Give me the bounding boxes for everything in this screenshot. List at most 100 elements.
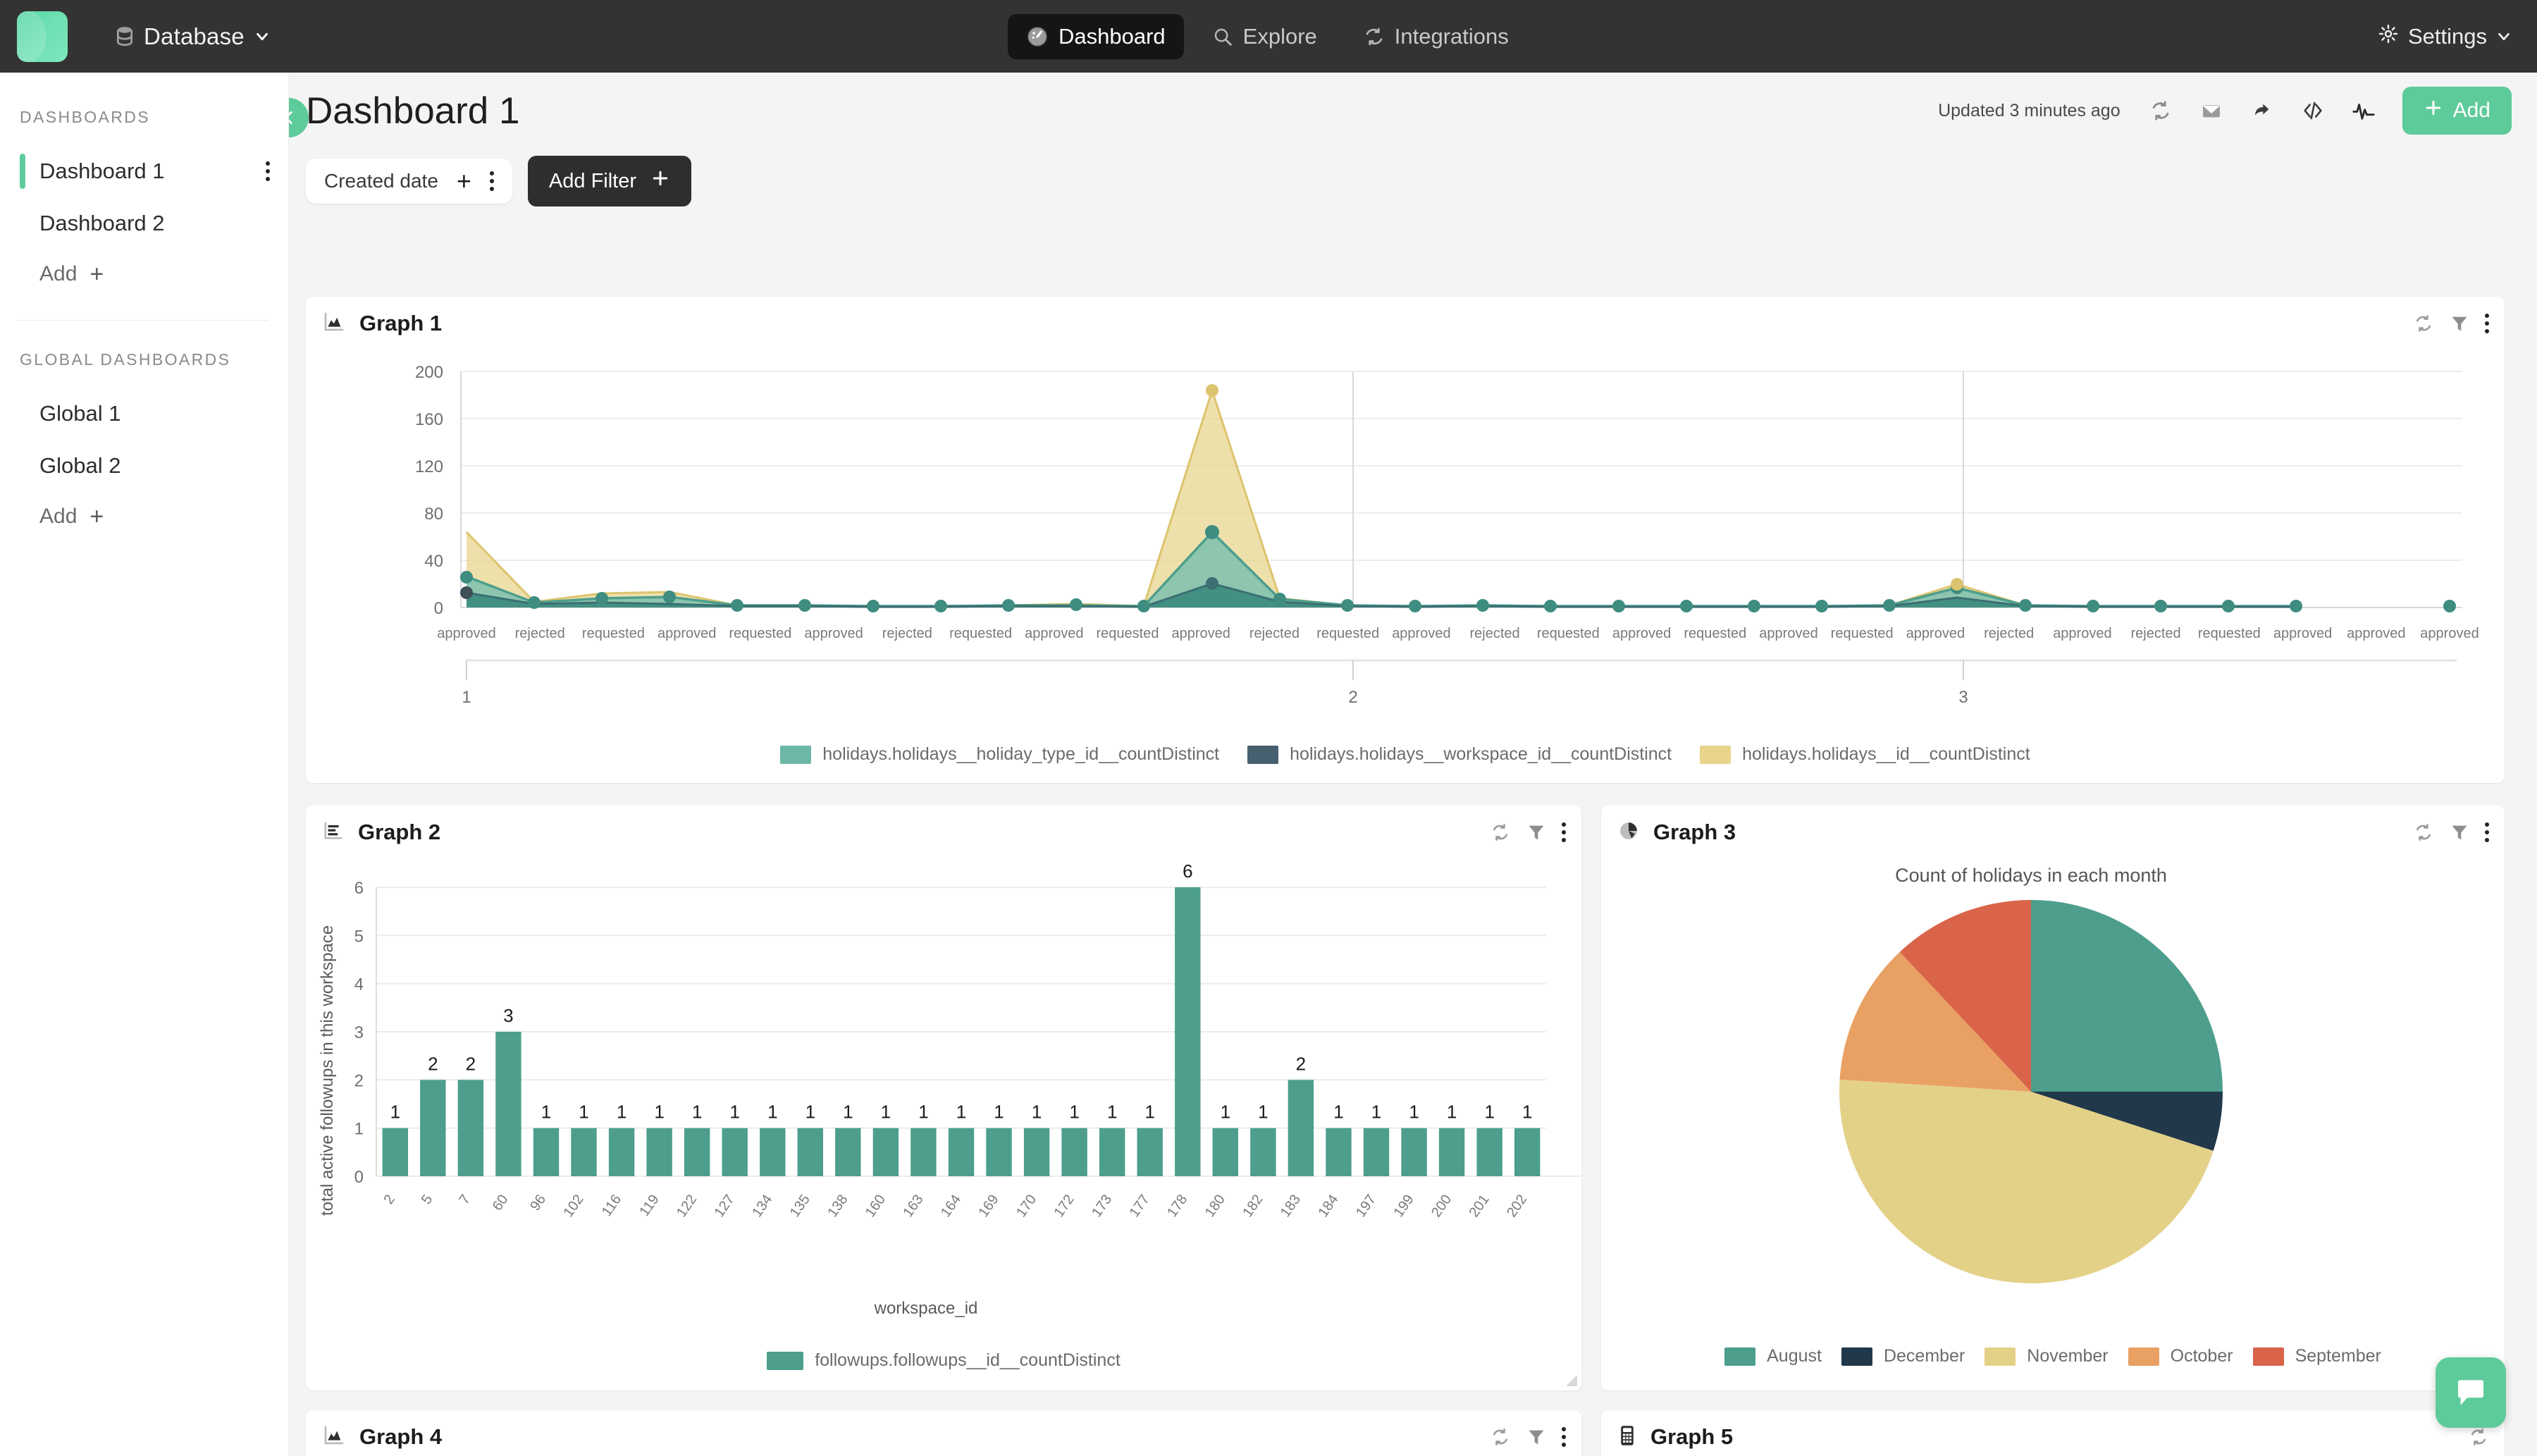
sidebar-item-dashboard-1[interactable]: Dashboard 1 bbox=[0, 145, 288, 197]
legend-item[interactable]: holidays.holidays__id__countDistinct bbox=[1700, 744, 2030, 765]
nav-item-integrations[interactable]: Integrations bbox=[1345, 14, 1527, 59]
card-resize-handle[interactable] bbox=[1564, 1374, 1577, 1386]
bar[interactable] bbox=[1477, 1128, 1502, 1176]
card-graph-3: Graph 3 Count of holidays in each m bbox=[1601, 806, 2505, 1390]
add-filter-button[interactable]: Add Filter bbox=[528, 156, 691, 206]
card-options-icon[interactable] bbox=[2485, 314, 2489, 333]
bar[interactable] bbox=[1024, 1128, 1049, 1176]
graph-1-x-tick: approved bbox=[1171, 626, 1230, 641]
graph-1-x-tick: requested bbox=[1831, 626, 1894, 641]
graph-1-legend: holidays.holidays__holiday_type_id__coun… bbox=[306, 744, 2505, 765]
bar[interactable] bbox=[911, 1128, 936, 1176]
bar[interactable] bbox=[458, 1080, 483, 1176]
database-switcher[interactable]: Database bbox=[116, 23, 270, 50]
bar[interactable] bbox=[986, 1128, 1011, 1176]
bar[interactable] bbox=[1364, 1128, 1389, 1176]
filter-options-icon[interactable] bbox=[490, 171, 494, 191]
sidebar-item-global-1[interactable]: Global 1 bbox=[0, 388, 288, 440]
bar[interactable] bbox=[684, 1128, 710, 1176]
card-refresh-icon[interactable] bbox=[1490, 1426, 1511, 1448]
bar[interactable] bbox=[835, 1128, 860, 1176]
graph-2-y-tick: 4 bbox=[354, 975, 364, 994]
filter-chip-created-date[interactable]: Created date + bbox=[306, 159, 512, 204]
graph-2-x-tick: 197 bbox=[1353, 1192, 1379, 1220]
card-filter-icon[interactable] bbox=[2450, 822, 2469, 842]
legend-item[interactable]: holidays.holidays__holiday_type_id__coun… bbox=[780, 744, 1219, 765]
bar[interactable] bbox=[722, 1128, 748, 1176]
bar[interactable] bbox=[495, 1032, 521, 1176]
card-filter-icon[interactable] bbox=[1526, 1427, 1546, 1447]
legend-item[interactable]: August bbox=[1724, 1346, 1822, 1366]
bar[interactable] bbox=[571, 1128, 596, 1176]
nav-item-dashboard[interactable]: Dashboard bbox=[1008, 14, 1184, 59]
graph-1-x-tick: requested bbox=[1097, 626, 1159, 641]
email-button[interactable] bbox=[2190, 89, 2233, 132]
graph-2-y-tick: 0 bbox=[354, 1168, 364, 1187]
sidebar-item-label: Dashboard 1 bbox=[39, 159, 165, 184]
sidebar-add-global-dashboard[interactable]: Add + bbox=[0, 492, 288, 541]
bar[interactable] bbox=[1250, 1128, 1276, 1176]
bar[interactable] bbox=[609, 1128, 634, 1176]
bar[interactable] bbox=[1137, 1128, 1163, 1176]
graph-1-x-tick: requested bbox=[729, 626, 791, 641]
sidebar-item-dashboard-2[interactable]: Dashboard 2 bbox=[0, 197, 288, 249]
bar[interactable] bbox=[1439, 1128, 1464, 1176]
chat-support-button[interactable] bbox=[2436, 1357, 2506, 1428]
plus-icon[interactable]: + bbox=[457, 172, 471, 190]
bar[interactable] bbox=[949, 1128, 974, 1176]
card-refresh-icon[interactable] bbox=[2468, 1426, 2489, 1448]
bar[interactable] bbox=[1326, 1128, 1351, 1176]
legend-item[interactable]: holidays.holidays__workspace_id__countDi… bbox=[1247, 744, 1672, 765]
graph-1-x-tick: rejected bbox=[515, 626, 565, 641]
card-refresh-icon[interactable] bbox=[2413, 313, 2434, 334]
bar-value-label: 2 bbox=[1296, 1053, 1306, 1074]
refresh-button[interactable] bbox=[2139, 89, 2183, 132]
legend-swatch bbox=[1724, 1347, 1755, 1366]
bar[interactable] bbox=[873, 1128, 899, 1176]
card-header-graph-2: Graph 2 bbox=[306, 806, 1581, 859]
bar[interactable] bbox=[383, 1128, 408, 1176]
area-chart-icon bbox=[323, 1424, 345, 1450]
card-options-icon[interactable] bbox=[1562, 1427, 1566, 1447]
legend-item[interactable]: November bbox=[1984, 1346, 2108, 1366]
bar[interactable] bbox=[1175, 887, 1200, 1176]
card-refresh-icon[interactable] bbox=[1490, 822, 1511, 843]
bar[interactable] bbox=[1401, 1128, 1426, 1176]
card-filter-icon[interactable] bbox=[1526, 822, 1546, 842]
app-logo[interactable] bbox=[17, 11, 68, 62]
bar[interactable] bbox=[1213, 1128, 1238, 1176]
legend-item[interactable]: October bbox=[2128, 1346, 2233, 1366]
graph-2-x-tick: 5 bbox=[419, 1192, 436, 1207]
legend-item[interactable]: December bbox=[1841, 1346, 1965, 1366]
add-button[interactable]: Add bbox=[2402, 87, 2512, 135]
bar[interactable] bbox=[1288, 1080, 1314, 1176]
bar[interactable] bbox=[533, 1128, 559, 1176]
share-button[interactable] bbox=[2240, 89, 2284, 132]
legend-swatch bbox=[1700, 746, 1731, 764]
dashboard-1-options-icon[interactable] bbox=[266, 161, 270, 181]
sidebar-add-dashboard[interactable]: Add + bbox=[0, 249, 288, 299]
bar[interactable] bbox=[1099, 1128, 1125, 1176]
bar[interactable] bbox=[420, 1080, 445, 1176]
bar[interactable] bbox=[798, 1128, 823, 1176]
card-options-icon[interactable] bbox=[1562, 822, 1566, 842]
legend-label: holidays.holidays__workspace_id__countDi… bbox=[1290, 744, 1672, 765]
bar[interactable] bbox=[1061, 1128, 1087, 1176]
legend-item[interactable]: followups.followups__id__countDistinct bbox=[767, 1350, 1121, 1371]
legend-item[interactable]: September bbox=[2253, 1346, 2381, 1366]
card-options-icon[interactable] bbox=[2485, 822, 2489, 842]
card-refresh-icon[interactable] bbox=[2413, 822, 2434, 843]
graph-1-x-tick: requested bbox=[1684, 626, 1746, 641]
nav-item-explore[interactable]: Explore bbox=[1194, 14, 1335, 59]
bar[interactable] bbox=[1514, 1128, 1540, 1176]
card-filter-icon[interactable] bbox=[2450, 314, 2469, 333]
bar-value-label: 1 bbox=[1484, 1102, 1494, 1123]
activity-button[interactable] bbox=[2342, 89, 2385, 132]
embed-code-button[interactable] bbox=[2291, 89, 2335, 132]
bar[interactable] bbox=[646, 1128, 672, 1176]
bar[interactable] bbox=[760, 1128, 785, 1176]
settings-menu[interactable]: Settings bbox=[2378, 0, 2512, 73]
graph-1-x-labels: approvedrejectedrequestedapprovedrequest… bbox=[437, 626, 2479, 641]
pie-slice[interactable] bbox=[2031, 900, 2223, 1092]
sidebar-item-global-2[interactable]: Global 2 bbox=[0, 440, 288, 492]
